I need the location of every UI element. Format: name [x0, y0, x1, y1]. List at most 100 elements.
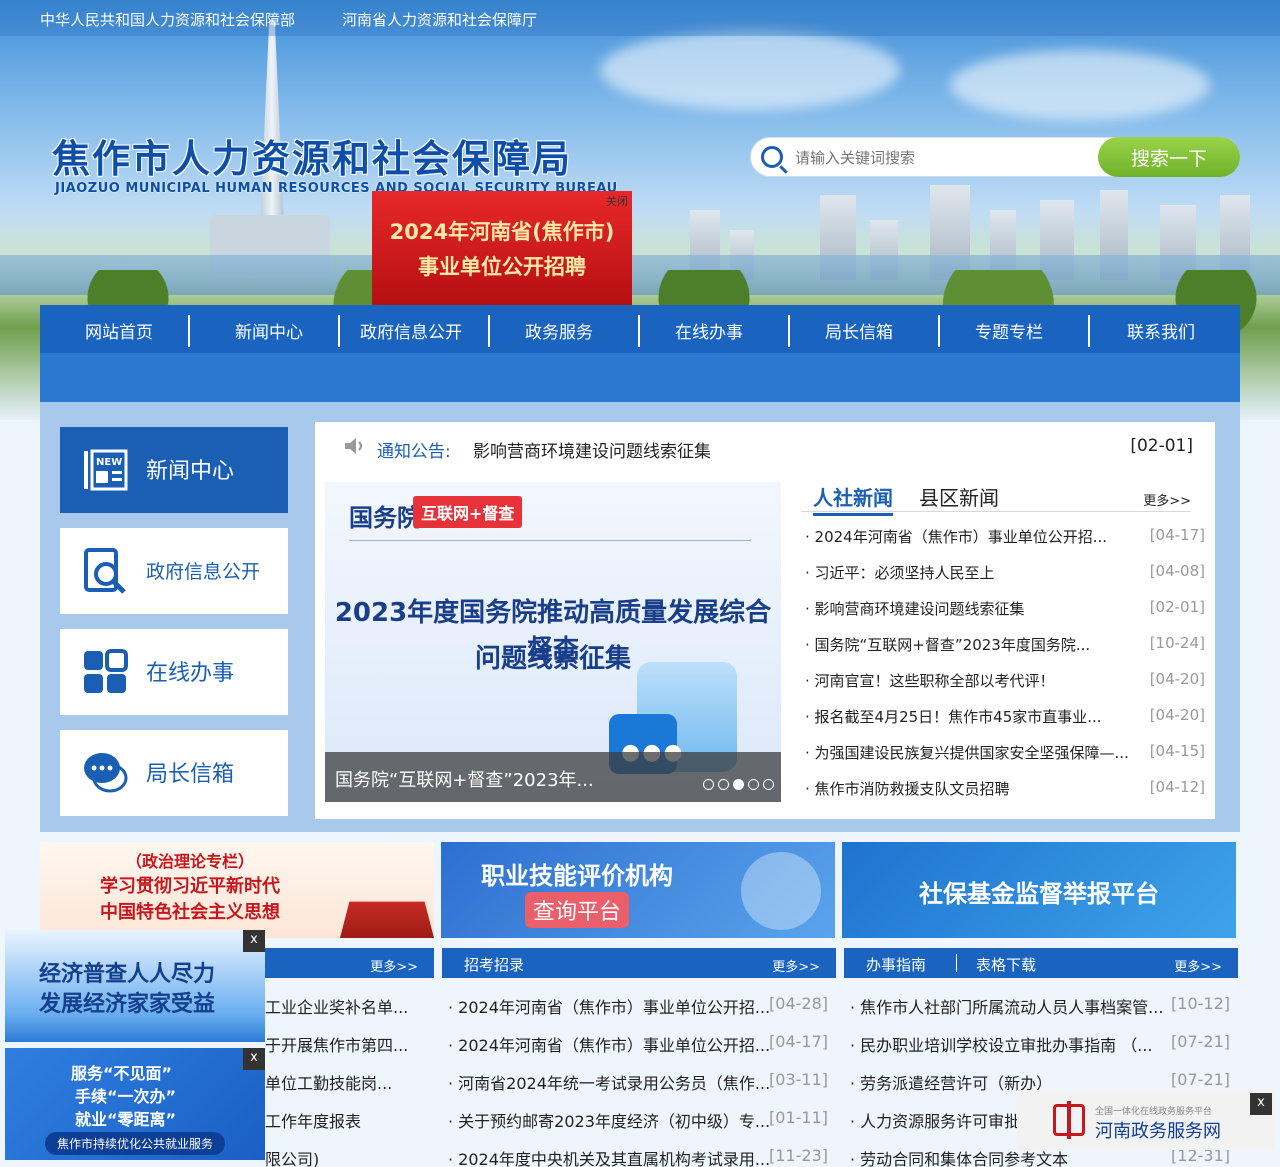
recruitment-promo-banner[interactable]: 关闭 2024年河南省(焦作市) 事业单位公开招聘: [372, 191, 632, 305]
service-ad-line2: 手续“一次办”: [75, 1087, 177, 1106]
list-item[interactable]: 工业企业奖补名单...: [265, 988, 435, 1026]
chat-bubble-icon: [84, 753, 128, 793]
item-title[interactable]: · 关于预约邮寄2023年度经济（初中级）专...: [448, 1108, 770, 1132]
col1-more-link[interactable]: 更多>>: [370, 956, 418, 975]
pager-dot[interactable]: [703, 779, 714, 790]
tab-form-download[interactable]: 表格下载: [976, 954, 1036, 975]
side-gov-info[interactable]: 政府信息公开: [60, 528, 288, 614]
news-title[interactable]: · 国务院“互联网+督查”2023年度国务院...: [805, 634, 1090, 655]
list-item[interactable]: · 国务院“互联网+督查”2023年度国务院... [10-24]: [805, 630, 1205, 666]
col3-more-link[interactable]: 更多>>: [1174, 956, 1222, 975]
link-henan-hrss[interactable]: 河南省人力资源和社会保障厅: [342, 9, 537, 30]
list-item[interactable]: · 民办职业培训学校设立审批办事指南 （... [07-21]: [850, 1026, 1230, 1064]
item-title[interactable]: · 焦作市人社部门所属流动人员人事档案管...: [850, 994, 1163, 1018]
col2-title[interactable]: 招考招录: [464, 954, 524, 975]
speaker-icon: [345, 438, 362, 454]
item-title[interactable]: 限公司): [265, 1146, 319, 1167]
news-title[interactable]: · 习近平：必须坚持人民至上: [805, 562, 995, 583]
news-title[interactable]: · 焦作市消防救援支队文员招聘: [805, 778, 1010, 799]
slide-caption[interactable]: 国务院“互联网+督查”2023年...: [335, 766, 594, 792]
tab-county-news[interactable]: 县区新闻: [919, 482, 999, 511]
promo-close-button[interactable]: 关闭: [606, 193, 628, 209]
list-item[interactable]: 于开展焦作市第四...: [265, 1026, 435, 1064]
list-item[interactable]: · 焦作市人社部门所属流动人员人事档案管... [10-12]: [850, 988, 1230, 1026]
pager-dot-active[interactable]: [733, 779, 744, 790]
news-list: · 2024年河南省（焦作市）事业单位公开招... [04-17] · 习近平：必…: [805, 522, 1205, 810]
search-button[interactable]: 搜索一下: [1098, 137, 1240, 177]
news-title[interactable]: · 影响营商环境建设问题线索征集: [805, 598, 1025, 619]
list-item[interactable]: · 河南省2024年统一考试录用公务员（焦作... [03-11]: [448, 1064, 828, 1102]
list-item[interactable]: · 焦作市消防救援支队文员招聘 [04-12]: [805, 774, 1205, 810]
news-title[interactable]: · 河南官宣！这些职称全部以考代评！: [805, 670, 1055, 691]
item-title[interactable]: · 2024年河南省（焦作市）事业单位公开招...: [448, 994, 770, 1018]
list-item[interactable]: · 报名截至4月25日！焦作市45家市直事业... [04-20]: [805, 702, 1205, 738]
notice-link[interactable]: 影响营商环境建设问题线索征集: [473, 437, 711, 462]
news-title[interactable]: · 为强国建设民族复兴提供国家安全坚强保障—...: [805, 742, 1129, 763]
nav-special-topics[interactable]: 专题专栏: [934, 305, 1084, 353]
henan-gov-service-float-ad[interactable]: x 全国一体化在线政务服务平台 河南政务服务网: [1017, 1090, 1275, 1150]
list-item[interactable]: · 影响营商环境建设问题线索征集 [02-01]: [805, 594, 1205, 630]
nav-gov-service[interactable]: 政务服务: [484, 305, 634, 353]
news-title[interactable]: · 2024年河南省（焦作市）事业单位公开招...: [805, 526, 1107, 547]
nav-divider: [188, 315, 190, 347]
fund-report-banner[interactable]: 社保基金监督举报平台: [842, 842, 1236, 938]
list-item[interactable]: · 2024年河南省（焦作市）事业单位公开招... [04-17]: [805, 522, 1205, 558]
nav-contact-us[interactable]: 联系我们: [1086, 305, 1236, 353]
slide-divider: [349, 540, 751, 541]
item-title[interactable]: · 民办职业培训学校设立审批办事指南 （...: [850, 1032, 1153, 1056]
list-item[interactable]: · 2024年度中央机关及其直属机构考试录用... [11-23]: [448, 1140, 828, 1167]
content-box: 通知公告: 影响营商环境建设问题线索征集 [02-01] 国务院 互联网+督查 …: [315, 422, 1215, 819]
notice-label: 通知公告:: [377, 442, 451, 462]
item-title[interactable]: 于开展焦作市第四...: [265, 1032, 408, 1056]
nav-news-center[interactable]: 新闻中心: [194, 305, 344, 353]
census-ad-close-button[interactable]: x: [243, 930, 265, 952]
news-date: [04-12]: [1149, 778, 1205, 796]
list-item[interactable]: · 河南官宣！这些职称全部以考代评！ [04-20]: [805, 666, 1205, 702]
item-title[interactable]: · 河南省2024年统一考试录用公务员（焦作...: [448, 1070, 770, 1094]
side-news-center[interactable]: NEW 新闻中心: [60, 427, 288, 513]
gov-ad-subtitle: 全国一体化在线政务服务平台: [1095, 1107, 1213, 1117]
list-item[interactable]: 工作年度报表: [265, 1102, 435, 1140]
list-item[interactable]: · 为强国建设民族复兴提供国家安全坚强保障—... [04-15]: [805, 738, 1205, 774]
skill-assessment-banner[interactable]: 职业技能评价机构 查询平台: [441, 842, 835, 938]
nav-online-service[interactable]: 在线办事: [634, 305, 784, 353]
nav-home[interactable]: 网站首页: [44, 305, 194, 353]
news-title[interactable]: · 报名截至4月25日！焦作市45家市直事业...: [805, 706, 1102, 727]
item-title[interactable]: · 2024年河南省（焦作市）事业单位公开招...: [448, 1032, 770, 1056]
item-title[interactable]: 工作年度报表: [265, 1108, 361, 1132]
search-input[interactable]: [795, 146, 1095, 170]
link-mohrss[interactable]: 中华人民共和国人力资源和社会保障部: [40, 9, 295, 30]
nav-director-mailbox[interactable]: 局长信箱: [784, 305, 934, 353]
news-date: [04-15]: [1149, 742, 1205, 760]
pager-dot[interactable]: [763, 779, 774, 790]
news-carousel[interactable]: 国务院 互联网+督查 2023年度国务院推动高质量发展综合督查 问题线索征集 ●…: [325, 482, 781, 802]
item-title[interactable]: 工业企业奖补名单...: [265, 994, 408, 1018]
census-ad-line1: 经济普查人人尽力: [39, 962, 216, 987]
pager-dot[interactable]: [748, 779, 759, 790]
side-online-service[interactable]: 在线办事: [60, 629, 288, 715]
list-item[interactable]: · 2024年河南省（焦作市）事业单位公开招... [04-28]: [448, 988, 828, 1026]
item-title[interactable]: · 人力资源服务许可审批: [850, 1108, 1020, 1132]
item-title[interactable]: 单位工勤技能岗...: [265, 1070, 392, 1094]
theory-column-banner[interactable]: （政治理论专栏） 学习贯彻习近平新时代 中国特色社会主义思想: [40, 842, 434, 938]
list-item[interactable]: · 关于预约邮寄2023年度经济（初中级）专... [01-11]: [448, 1102, 828, 1140]
census-float-ad[interactable]: x 经济普查人人尽力 发展经济家家受益: [5, 930, 265, 1042]
tab-divider: [956, 954, 957, 972]
nav-gov-info[interactable]: 政府信息公开: [336, 305, 486, 353]
side-director-mailbox[interactable]: 局长信箱: [60, 730, 288, 816]
list-item[interactable]: · 习近平：必须坚持人民至上 [04-08]: [805, 558, 1205, 594]
main-nav: 网站首页 新闻中心 政府信息公开 政务服务 在线办事 局长信箱 专题专栏 联系我…: [40, 305, 1240, 353]
list-item[interactable]: · 2024年河南省（焦作市）事业单位公开招... [04-17]: [448, 1026, 828, 1064]
document-search-icon: [84, 548, 126, 594]
employment-service-float-ad[interactable]: x 服务“不见面” 手续“一次办” 就业“零距离” 焦作市持续优化公共就业服务: [5, 1048, 265, 1160]
list-item[interactable]: 单位工勤技能岗...: [265, 1064, 435, 1102]
news-more-link[interactable]: 更多>>: [1143, 490, 1191, 509]
gov-ad-close-button[interactable]: x: [1250, 1093, 1272, 1115]
tab-hrss-news[interactable]: 人社新闻: [813, 482, 893, 516]
pager-dot[interactable]: [718, 779, 729, 790]
list-item[interactable]: 限公司): [265, 1140, 435, 1167]
service-ad-close-button[interactable]: x: [243, 1048, 265, 1070]
item-title[interactable]: · 2024年度中央机关及其直属机构考试录用...: [448, 1146, 770, 1167]
tab-service-guide[interactable]: 办事指南: [866, 954, 926, 975]
col2-more-link[interactable]: 更多>>: [772, 956, 820, 975]
